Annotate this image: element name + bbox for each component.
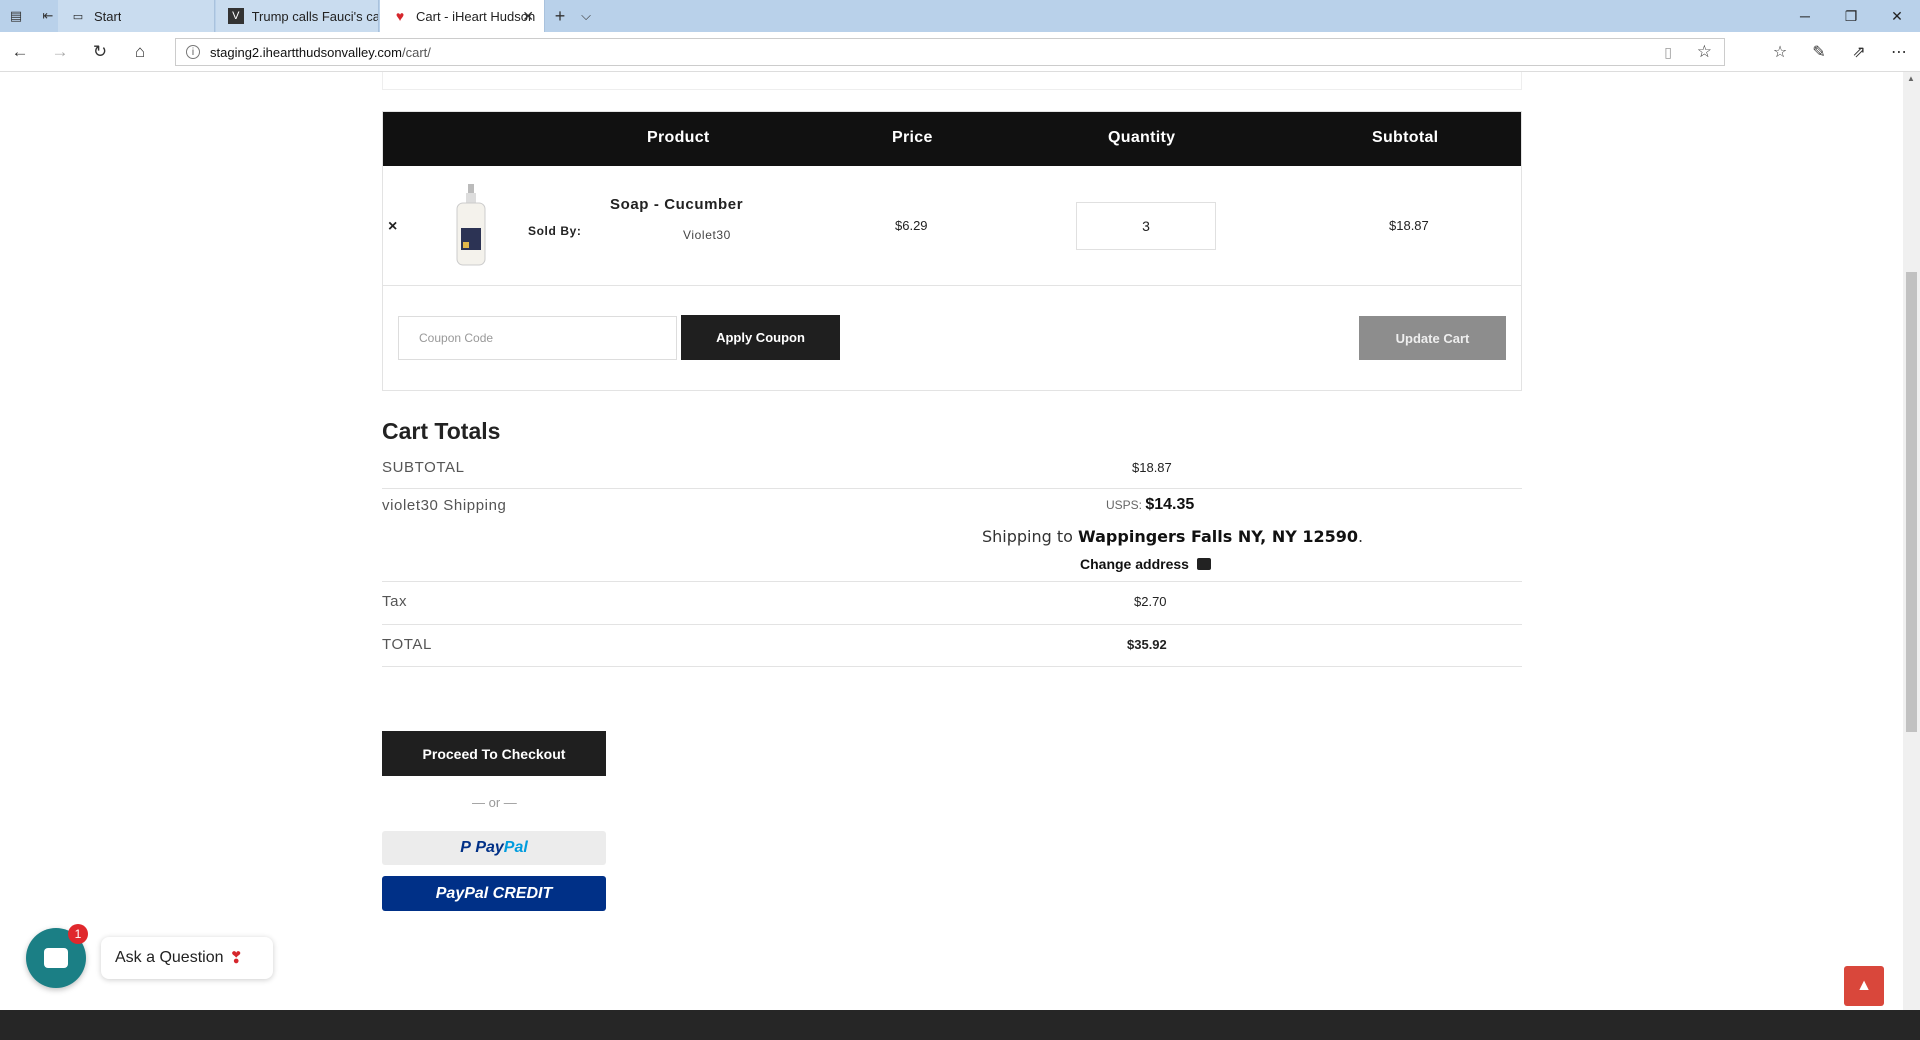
ask-a-question-button[interactable]: Ask a Question ❣ [101,937,273,979]
shipping-to-suffix: . [1358,527,1364,546]
cart-table-header: Product Price Quantity Subtotal [383,112,1521,166]
tab-news[interactable]: V Trump calls Fauci's caution c [216,0,379,32]
subtotal-row: SUBTOTAL $18.87 [382,451,1522,489]
iheart-heart-icon: ♥ [395,8,405,24]
address-toolbar: ← → ↻ ⌂ i staging2.iheartthudsonvalley.c… [0,32,1920,72]
table-row: × Sold By: Soap - Cucumber Violet30 $6.2… [383,166,1521,286]
or-divider: — or — [472,795,517,810]
refresh-icon[interactable]: ↻ [88,40,112,64]
total-label: TOTAL [382,636,432,653]
tax-value: $2.70 [1134,594,1167,609]
url-path: /cart/ [402,44,431,60]
start-page-icon: ▭ [72,10,84,23]
subtotal-value: $18.87 [1132,460,1172,475]
shipping-method: USPS: $14.35 [1106,496,1194,514]
product-name-link[interactable]: Soap - Cucumber [610,196,743,213]
proceed-to-checkout-button[interactable]: Proceed To Checkout [382,731,606,776]
ask-a-question-label: Ask a Question [115,949,224,966]
tab-start[interactable]: ▭ Start [58,0,215,32]
item-price: $6.29 [895,218,928,233]
site-info-icon[interactable]: i [186,45,200,59]
total-row: TOTAL $35.92 [382,625,1522,667]
scroll-up-icon[interactable]: ▲ [1907,74,1915,83]
vendor-name[interactable]: Violet30 [683,228,731,242]
col-quantity: Quantity [1108,129,1176,146]
change-address-link[interactable]: Change address [1080,556,1211,572]
new-tab-icon[interactable]: + [550,6,570,26]
restore-icon[interactable]: ❐ [1828,0,1874,32]
apply-coupon-button[interactable]: Apply Coupon [681,315,840,360]
paypal-button[interactable]: P Pay Pal [382,831,606,865]
site-footer [0,1010,1920,1040]
shipping-method-name: USPS: [1106,498,1143,512]
news-site-icon: V [228,8,244,24]
tab-cart[interactable]: ♥ Cart - iHeart Hudson Va ✕ [380,0,545,32]
back-icon[interactable]: ← [8,40,32,64]
more-menu-icon[interactable]: ⋯ [1886,40,1912,64]
update-cart-button[interactable]: Update Cart [1359,316,1506,360]
page-scrollbar[interactable]: ▲ [1903,72,1920,1010]
paypal-pay-text: Pay [475,839,504,856]
address-field[interactable]: i staging2.iheartthudsonvalley.com/cart/… [175,38,1725,66]
sold-by-label: Sold By: [528,224,582,238]
home-icon[interactable]: ⌂ [128,40,152,64]
truck-icon [1196,558,1211,570]
tax-label: Tax [382,593,408,610]
scrollbar-thumb[interactable] [1906,272,1917,732]
col-product: Product [647,129,710,146]
quantity-input[interactable] [1076,202,1216,250]
total-value: $35.92 [1127,637,1167,652]
tax-row: Tax $2.70 [382,582,1522,625]
shipping-to-prefix: Shipping to [982,527,1073,546]
chat-icon [44,948,68,968]
change-address-label: Change address [1080,556,1189,572]
chat-notification-badge: 1 [68,924,88,944]
heart-icon: ❣ [229,950,243,967]
product-thumbnail[interactable] [451,184,491,268]
cart-table: Product Price Quantity Subtotal × Sold B… [382,111,1522,391]
favorite-star-icon[interactable]: ☆ [1697,42,1712,62]
page-content: Product Price Quantity Subtotal × Sold B… [0,72,1903,1010]
item-subtotal: $18.87 [1389,218,1429,233]
col-price: Price [892,129,933,146]
shipping-destination: Shipping to Wappingers Falls NY, NY 1259… [982,527,1363,546]
url-host: staging2.iheartthudsonvalley.com [210,44,402,60]
col-subtotal: Subtotal [1372,129,1439,146]
reading-view-icon[interactable]: ▯ [1664,44,1672,61]
tab-bar: ▤ ⇤ ▭ Start V Trump calls Fauci's cautio… [0,0,1920,32]
share-icon[interactable]: ⇗ [1846,40,1872,64]
shipping-row: violet30 Shipping USPS: $14.35 Shipping … [382,489,1522,582]
forward-icon[interactable]: → [48,40,72,64]
shipping-to-place: Wappingers Falls NY, NY 12590 [1078,527,1359,546]
favorites-hub-icon[interactable]: ☆ [1767,40,1793,64]
close-tab-icon[interactable]: ✕ [522,8,534,25]
tab-actions-icon[interactable]: ▤ [6,6,26,26]
coupon-code-input[interactable] [398,316,677,360]
back-to-top-icon[interactable]: ▲ [1844,966,1884,1006]
subtotal-label: SUBTOTAL [382,459,465,476]
paypal-pal-text: Pal [503,839,528,856]
minimize-icon[interactable]: ─ [1782,0,1828,32]
set-aside-tabs-icon[interactable]: ⇤ [38,6,58,26]
pen-notes-icon[interactable]: ✎ [1806,40,1832,64]
remove-item-icon[interactable]: × [388,218,397,236]
paypal-logo-icon: P [460,839,471,856]
section-divider [382,72,1522,90]
cart-actions: Apply Coupon Update Cart [383,286,1521,390]
close-window-icon[interactable]: ✕ [1874,0,1920,32]
shipping-label: violet30 Shipping [382,497,507,514]
paypal-credit-button[interactable]: PayPal CREDIT [382,876,606,911]
cart-totals-title: Cart Totals [382,418,501,444]
tab-list-chevron-icon[interactable]: ⌵ [576,6,596,26]
shipping-price: $14.35 [1145,496,1195,513]
